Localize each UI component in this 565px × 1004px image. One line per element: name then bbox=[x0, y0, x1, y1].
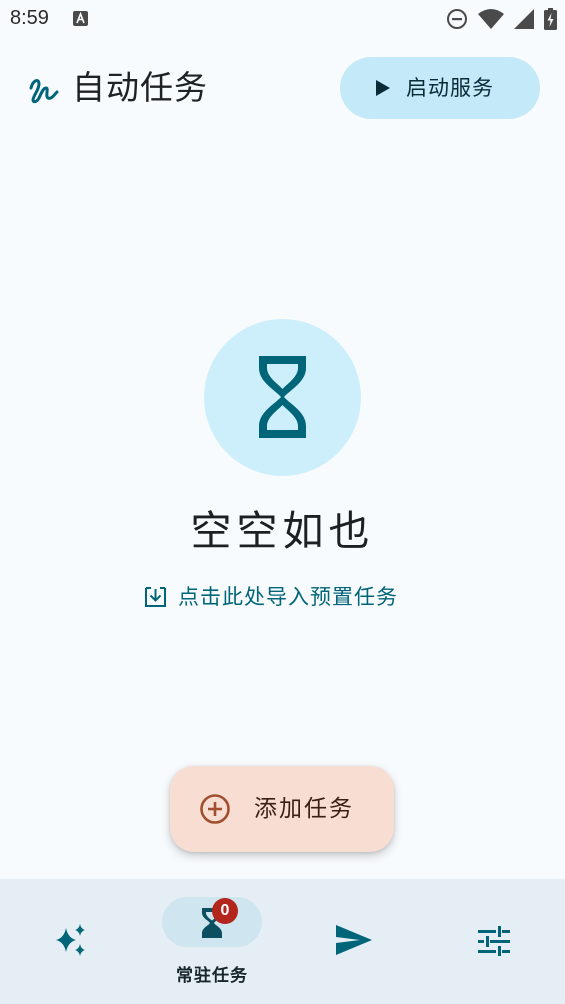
cell-signal-icon bbox=[514, 9, 534, 29]
hourglass-icon bbox=[259, 356, 306, 438]
start-service-label: 启动服务 bbox=[406, 76, 494, 100]
sparkle-icon bbox=[56, 924, 85, 956]
add-circle-icon bbox=[200, 794, 230, 824]
download-icon bbox=[145, 587, 166, 607]
nav-item-sparkle[interactable] bbox=[42, 915, 102, 965]
send-icon bbox=[336, 925, 372, 955]
squiggle-logo-icon bbox=[27, 72, 61, 106]
sliders-icon bbox=[478, 926, 510, 956]
add-task-label: 添加任务 bbox=[254, 796, 354, 822]
import-preset-tasks-label: 点击此处导入预置任务 bbox=[178, 585, 398, 609]
status-bar: 8:59 bbox=[0, 0, 565, 40]
wifi-icon bbox=[478, 9, 504, 29]
resident-tasks-count-badge: 0 bbox=[212, 898, 238, 924]
add-task-button[interactable]: 添加任务 bbox=[170, 766, 394, 852]
start-service-button[interactable]: 启动服务 bbox=[340, 57, 540, 119]
app-notification-icon bbox=[73, 11, 88, 26]
page-title: 自动任务 bbox=[72, 68, 208, 107]
nav-item-resident-tasks-label: 常驻任务 bbox=[176, 966, 248, 986]
status-time: 8:59 bbox=[10, 7, 49, 29]
status-icons bbox=[446, 8, 557, 30]
do-not-disturb-icon bbox=[447, 9, 467, 29]
empty-state-illustration bbox=[204, 319, 361, 476]
play-icon bbox=[376, 80, 390, 96]
bottom-navigation: 0 常驻任务 bbox=[0, 879, 565, 1004]
battery-charging-icon bbox=[544, 8, 557, 30]
empty-state-title: 空空如也 bbox=[190, 507, 375, 555]
nav-item-settings[interactable] bbox=[464, 915, 524, 965]
nav-item-send[interactable] bbox=[324, 915, 384, 965]
